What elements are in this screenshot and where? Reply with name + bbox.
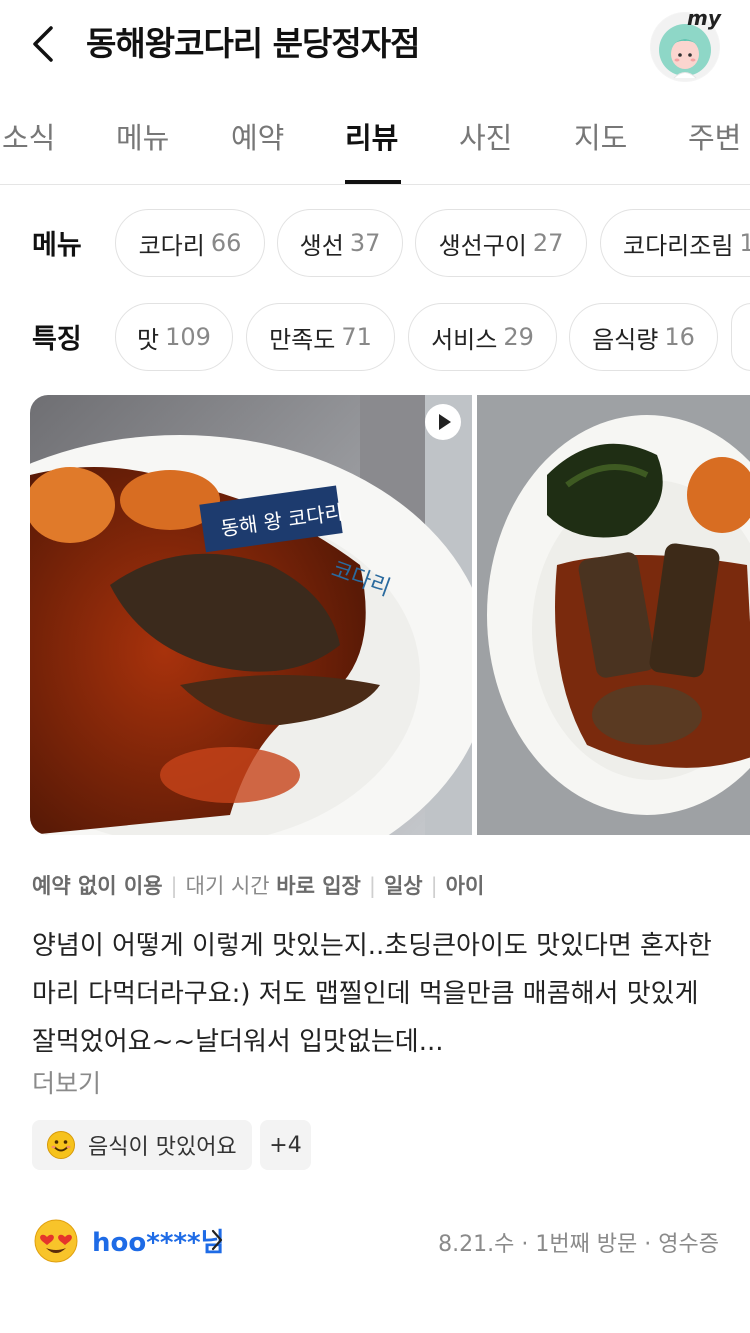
my-label: my xyxy=(687,6,721,30)
review-photo-2[interactable] xyxy=(477,395,750,835)
review-text-line: 양념이 어떻게 이렇게 맛있는지..초딩큰아이도 맛있다면 혼자한 xyxy=(32,931,712,961)
active-tab-indicator xyxy=(345,180,401,184)
app-header: 동해왕코다리 분당정자점 my xyxy=(0,0,750,90)
chip-label: 음식량 xyxy=(592,325,659,354)
menu-filter-label: 메뉴 xyxy=(32,230,82,261)
chip-count: 1 xyxy=(739,229,750,257)
filter-chip[interactable]: 만족도 71 xyxy=(246,303,395,371)
chip-label: 맛 xyxy=(137,325,160,354)
tab-news[interactable]: 소식 xyxy=(2,118,55,166)
food-photo-image: 동해 왕 코다리 코다리 xyxy=(30,395,472,835)
tag-wait-label: 대기 시간 xyxy=(185,874,270,898)
filter-chip[interactable]: 코다리 66 xyxy=(115,209,265,277)
chip-label: 코다리조림 xyxy=(623,231,734,260)
page-title: 동해왕코다리 분당정자점 xyxy=(86,24,420,63)
more-link[interactable]: 더보기 xyxy=(32,1064,101,1100)
chip-label: 만족도 xyxy=(269,325,336,354)
feature-filter-label: 특징 xyxy=(32,324,82,355)
chevron-left-icon xyxy=(33,26,53,62)
feature-filter-row: 특징 맛 109 만족도 71 서비스 29 음식량 16 xyxy=(0,303,750,373)
review-photos[interactable]: 동해 왕 코다리 코다리 xyxy=(0,395,750,835)
chip-count: 27 xyxy=(532,229,564,257)
filter-chip[interactable]: 서비스 29 xyxy=(408,303,557,371)
chip-count: 71 xyxy=(341,323,372,351)
review-photo-1[interactable]: 동해 왕 코다리 코다리 xyxy=(30,395,472,835)
tab-map[interactable]: 지도 xyxy=(574,118,627,166)
chip-label: 코다리 xyxy=(138,231,205,260)
tab-photos[interactable]: 사진 xyxy=(459,118,512,166)
chip-count: 29 xyxy=(503,323,534,351)
tab-bar: 소식 메뉴 예약 리뷰 사진 지도 주변 xyxy=(0,100,750,185)
chip-count: 16 xyxy=(664,323,695,351)
play-video-button[interactable] xyxy=(425,404,461,440)
tag-wait-value: 바로 입장 xyxy=(276,874,361,898)
smiley-icon xyxy=(47,1131,75,1159)
tag-purpose: 일상 xyxy=(383,874,423,898)
chip-label: 서비스 xyxy=(431,325,498,354)
back-button[interactable] xyxy=(22,22,66,66)
menu-filter-row: 메뉴 코다리66 생선37 생선구이27 코다리조림1 xyxy=(0,209,750,279)
review-body[interactable]: 양념이 어떻게 이렇게 맛있는지..초딩큰아이도 맛있다면 혼자한 마리 다먹더… xyxy=(32,922,722,1066)
chip-count: 37 xyxy=(349,229,381,257)
keyword-chip[interactable]: 음식이 맛있어요 xyxy=(32,1120,252,1170)
tab-menu[interactable]: 메뉴 xyxy=(116,118,169,166)
play-icon xyxy=(426,405,460,439)
review-text-line: 잘먹었어요~~날더워서 입맛없는데... xyxy=(32,1027,444,1057)
food-photo-image xyxy=(477,395,750,835)
chip-label: 생선구이 xyxy=(438,231,527,260)
tab-reviews[interactable]: 리뷰 xyxy=(345,118,398,166)
author-avatar[interactable] xyxy=(33,1218,79,1264)
tag-reservation: 예약 없이 이용 xyxy=(32,874,163,898)
chip-count: 66 xyxy=(210,229,242,257)
filter-chip[interactable]: 생선구이 27 xyxy=(415,209,587,277)
visit-info-tags: 예약 없이 이용 | 대기 시간 바로 입장 | 일상 | 아이 xyxy=(32,874,485,898)
tab-nearby[interactable]: 주변 xyxy=(688,118,741,166)
chip-count: 109 xyxy=(165,323,211,351)
tag-companion: 아이 xyxy=(445,874,485,898)
more-keywords-button[interactable]: +4 xyxy=(260,1120,311,1170)
review-text-line: 마리 다먹더라구요:) 저도 맵찔인데 먹을만큼 매콤해서 맛있게 xyxy=(32,979,699,1009)
author-name-link[interactable]: hoo****님 xyxy=(92,1222,225,1259)
keyword-label: 음식이 맛있어요 xyxy=(88,1135,237,1160)
filter-chip-overflow[interactable] xyxy=(731,303,750,371)
chevron-right-icon xyxy=(211,1229,223,1251)
tab-reservation[interactable]: 예약 xyxy=(231,118,284,166)
author-chevron[interactable] xyxy=(210,1228,224,1256)
filter-chip[interactable]: 코다리조림1 xyxy=(600,209,750,277)
filter-chip[interactable]: 생선 37 xyxy=(277,209,403,277)
review-meta: 8.21.수 · 1번째 방문 · 영수증 xyxy=(438,1232,719,1257)
filter-chip[interactable]: 맛 109 xyxy=(115,303,233,371)
filter-chip[interactable]: 음식량 16 xyxy=(569,303,718,371)
heart-eyes-emoji-icon xyxy=(34,1219,78,1263)
chip-label: 생선 xyxy=(299,231,344,260)
